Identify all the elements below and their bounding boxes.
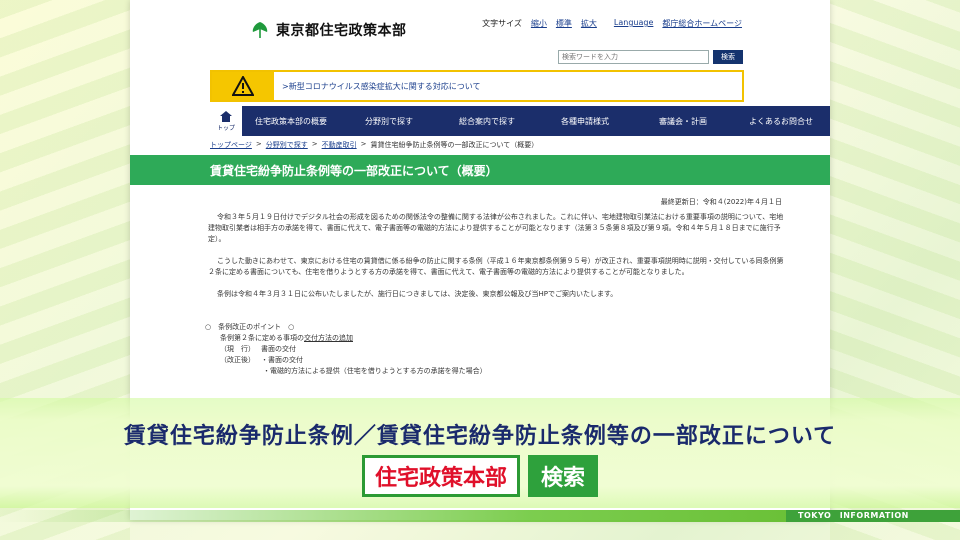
site-logo[interactable]: 東京都住宅政策本部: [250, 20, 407, 40]
nav-general-guide[interactable]: 総合案内で探す: [438, 116, 536, 127]
current-row: （現 行） 書面の交付: [205, 344, 487, 355]
text-size-standard-link[interactable]: 標準: [556, 18, 572, 29]
site-name: 東京都住宅政策本部: [276, 23, 407, 39]
breadcrumb-top[interactable]: トップページ: [210, 140, 252, 150]
revised-value: ・書面の交付: [261, 356, 303, 364]
site-search: 検索: [558, 50, 743, 64]
search-keyword: 住宅政策本部: [361, 455, 520, 497]
breadcrumb-category[interactable]: 分野別で探す: [266, 140, 308, 150]
search-prompt: 住宅政策本部 検索: [0, 455, 960, 497]
paragraph: こうした動きにあわせて、東京における住宅の賃貸借に係る紛争の防止に関する条例（平…: [208, 257, 784, 276]
breadcrumb-separator: >: [311, 140, 318, 148]
article-body: 令和３年５月１９日付けでデジタル社会の形成を図るための関係法令の整備に関する法律…: [208, 212, 786, 311]
paragraph: 令和３年５月１９日付けでデジタル社会の形成を図るための関係法令の整備に関する法律…: [208, 213, 784, 243]
text-size-large-link[interactable]: 拡大: [581, 18, 597, 29]
current-label: （現 行）: [220, 345, 255, 353]
nav-home-label: トップ: [216, 124, 235, 132]
nav-by-field[interactable]: 分野別で探す: [340, 116, 438, 127]
paragraph: 条例は令和４年３月３１日に公布いたしましたが、施行日につきましては、決定後、東京…: [217, 290, 618, 298]
language-link[interactable]: Language: [614, 18, 653, 29]
revised-value-2: ・電磁的方法による提供（住宅を借りようとする方の承諾を得た場合）: [263, 367, 487, 375]
title-band: 賃貸住宅紛争防止条例等の一部改正について（概要）: [130, 155, 830, 185]
breadcrumb-separator: >: [360, 140, 367, 148]
text-size-label: 文字サイズ: [482, 19, 522, 28]
warning-icon: [232, 76, 254, 96]
tocho-home-link[interactable]: 都庁総合ホームページ: [662, 18, 742, 29]
alert-box: [212, 72, 274, 100]
tokyo-ginkgo-logo-icon: [252, 22, 268, 38]
breadcrumb-separator: >: [255, 140, 262, 148]
points-underline-text: 交付方法の追加: [304, 334, 353, 342]
nav-application-forms[interactable]: 各種申請様式: [536, 116, 634, 127]
breadcrumb-subcategory[interactable]: 不動産取引: [322, 140, 357, 150]
breadcrumb: トップページ > 分野別で探す > 不動産取引 > 賃貸住宅紛争防止条例等の一部…: [210, 140, 538, 150]
last-updated: 最終更新日：令和４(2022)年４月１日: [660, 198, 782, 206]
revision-points: ○ 条例改正のポイント ○ 条例第２条に定める事項の交付方法の追加 （現 行） …: [205, 322, 487, 377]
nav-overview[interactable]: 住宅政策本部の概要: [242, 116, 340, 127]
current-value: 書面の交付: [261, 345, 296, 353]
broadcast-caption: 賃貸住宅紛争防止条例／賃貸住宅紛争防止条例等の一部改正について: [123, 424, 837, 449]
nav-councils-plans[interactable]: 審議会・計画: [634, 116, 732, 127]
revised-row-2: ・電磁的方法による提供（住宅を借りようとする方の承諾を得た場合）: [205, 366, 487, 377]
breadcrumb-current: 賃貸住宅紛争防止条例等の一部改正について（概要）: [370, 141, 539, 149]
points-line: 条例第２条に定める事項の交付方法の追加: [205, 333, 487, 344]
home-icon: [220, 110, 232, 122]
covid-alert-banner[interactable]: >新型コロナウイルス感染症拡大に関する対応について: [210, 70, 744, 102]
nav-faq[interactable]: よくあるお問合せ: [732, 116, 830, 127]
page-title: 賃貸住宅紛争防止条例等の一部改正について（概要）: [210, 164, 498, 178]
nav-home[interactable]: トップ: [210, 106, 242, 136]
text-size-small-link[interactable]: 縮小: [531, 18, 547, 29]
ticker-label: TOKYO INFORMATION: [786, 510, 960, 522]
revised-label: （改正後）: [220, 356, 255, 364]
search-input[interactable]: [558, 50, 709, 64]
search-button[interactable]: 検索: [713, 50, 743, 64]
global-nav: トップ 住宅政策本部の概要 分野別で探す 総合案内で探す 各種申請様式 審議会・…: [210, 106, 830, 136]
search-label: 検索: [528, 455, 599, 497]
points-heading: ○ 条例改正のポイント ○: [205, 323, 295, 331]
revised-row: （改正後） ・書面の交付: [205, 355, 487, 366]
points-line-text: 条例第２条に定める事項の: [220, 334, 304, 342]
alert-link[interactable]: >新型コロナウイルス感染症拡大に関する対応について: [282, 81, 480, 92]
utility-links: 文字サイズ 縮小 標準 拡大 Language 都庁総合ホームページ: [482, 18, 742, 29]
